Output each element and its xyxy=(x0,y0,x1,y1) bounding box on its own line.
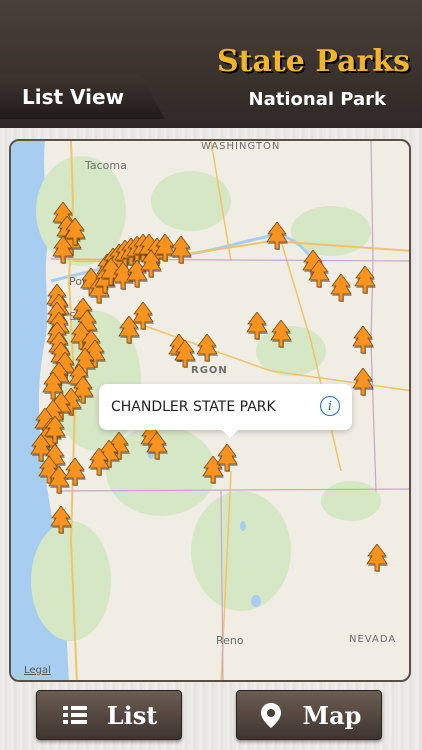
tree-icon[interactable] xyxy=(308,259,330,290)
label-washington: WASHINGTON xyxy=(201,141,281,152)
tree-icon[interactable] xyxy=(354,265,376,296)
tree-icon[interactable] xyxy=(52,235,74,266)
tree-icon[interactable] xyxy=(266,221,288,252)
label-nevada: NEVADA xyxy=(349,634,397,645)
info-icon[interactable]: i xyxy=(320,396,340,416)
list-icon xyxy=(62,706,87,724)
list-button-label: List xyxy=(106,700,158,730)
app-subtitle: National Park xyxy=(248,89,386,110)
map-button[interactable]: Map xyxy=(236,690,382,740)
tree-icon[interactable] xyxy=(246,311,268,342)
header-bar: State Parks National Park List View xyxy=(0,0,422,128)
tree-icon[interactable] xyxy=(132,301,154,332)
tree-icon[interactable] xyxy=(140,249,162,280)
list-view-button[interactable]: List View xyxy=(0,75,165,119)
map-pin-icon xyxy=(260,703,281,728)
park-callout-name: CHANDLER STATE PARK xyxy=(111,399,276,415)
tree-icon[interactable] xyxy=(44,415,66,446)
tree-icon[interactable] xyxy=(50,505,72,536)
list-view-label: List View xyxy=(22,85,125,109)
legal-link[interactable]: Legal xyxy=(24,665,51,676)
label-oregon: RGON xyxy=(191,365,228,376)
tree-icon[interactable] xyxy=(366,543,388,574)
tree-icon[interactable] xyxy=(330,273,352,304)
map-button-label: Map xyxy=(302,700,362,730)
label-tacoma: Tacoma xyxy=(85,159,127,172)
app-title: State Parks xyxy=(216,44,410,79)
tree-icon[interactable] xyxy=(146,431,168,462)
tree-icon[interactable] xyxy=(352,367,374,398)
tree-icon[interactable] xyxy=(352,325,374,356)
tree-icon[interactable] xyxy=(196,333,218,364)
map-view[interactable]: WASHINGTON Tacoma Portl Sale RGON Reno N… xyxy=(9,139,411,682)
tree-icon[interactable] xyxy=(270,319,292,350)
park-callout[interactable]: CHANDLER STATE PARK i xyxy=(99,384,352,438)
tree-icon[interactable] xyxy=(88,447,110,478)
tree-icon[interactable] xyxy=(170,235,192,266)
tree-icon[interactable] xyxy=(216,443,238,474)
tree-icon[interactable] xyxy=(174,339,196,370)
label-reno: Reno xyxy=(216,634,244,647)
list-button[interactable]: List xyxy=(36,690,182,740)
tree-icon[interactable] xyxy=(64,457,86,488)
